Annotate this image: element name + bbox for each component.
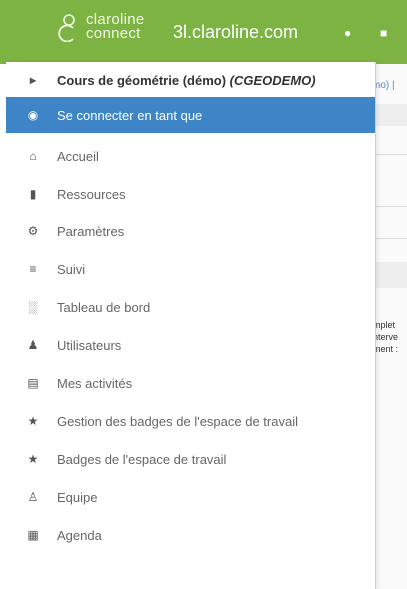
menu-item-resources[interactable]: ▮ Ressources: [6, 176, 375, 212]
workspace-title-item[interactable]: ▸ Cours de géométrie (démo) (CGEODEMO): [6, 62, 375, 98]
menu-item-label: Utilisateurs: [57, 337, 122, 353]
menu-item-settings[interactable]: ⚙ Paramètres: [6, 213, 375, 249]
trophy-icon: ★: [27, 452, 39, 466]
gears-icon: ⚙: [27, 224, 39, 238]
bar-chart-icon: ░: [28, 300, 38, 314]
background-header-bar: [372, 262, 407, 288]
logo-text-line2: connect: [86, 25, 141, 42]
workspace-title: Cours de géométrie (démo) (CGEODEMO): [57, 72, 316, 88]
menu-item-team[interactable]: ♙ Equipe: [6, 479, 375, 515]
tasks-icon: ▤: [27, 376, 39, 390]
menu-item-label: Badges de l'espace de travail: [57, 451, 227, 467]
background-text: ment :: [373, 344, 399, 354]
menu-item-label: Accueil: [57, 148, 99, 164]
menu-item-label: Tableau de bord: [57, 299, 151, 315]
menu-item-calendar[interactable]: ▦ Agenda: [6, 517, 375, 553]
menu-item-users[interactable]: ♟ Utilisateurs: [6, 327, 375, 363]
background-text: nterve: [373, 332, 399, 342]
menu-item-label: Mes activités: [57, 375, 133, 391]
claroline-logo-icon: [56, 12, 80, 42]
menu-item-home[interactable]: ⌂ Accueil: [6, 138, 375, 174]
claroline-logo[interactable]: claroline connect: [56, 12, 145, 42]
menu-item-label: Equipe: [57, 489, 98, 505]
list-icon: ≡: [29, 262, 37, 276]
site-name[interactable]: 3l.claroline.com: [173, 22, 298, 43]
menu-item-tracking[interactable]: ≡ Suivi: [6, 251, 375, 287]
menu-item-label: Gestion des badges de l'espace de travai…: [57, 413, 298, 429]
menu-item-label: Suivi: [57, 261, 86, 277]
background-divider: [372, 154, 407, 155]
eye-icon: ◉: [27, 108, 39, 122]
home-icon: ⌂: [29, 149, 37, 163]
menu-item-my-activities[interactable]: ▤ Mes activités: [6, 365, 375, 401]
menu-item-connect-as[interactable]: ◉ Se connecter en tant que: [6, 97, 375, 133]
caret-right-icon: ▸: [29, 73, 37, 87]
trophy-icon: ★: [27, 414, 39, 428]
list-icon[interactable]: ■: [380, 26, 387, 40]
folder-icon: ▮: [29, 187, 37, 201]
menu-item-dashboard[interactable]: ░ Tableau de bord: [6, 289, 375, 325]
menu-item-label: Paramètres: [57, 223, 125, 239]
background-text: mplet: [373, 320, 396, 330]
menu-item-workspace-badges[interactable]: ★ Badges de l'espace de travail: [6, 441, 375, 477]
background-divider: [372, 206, 407, 207]
home-icon[interactable]: ●: [344, 26, 351, 40]
background-divider: [372, 238, 407, 239]
workspace-code: (CGEODEMO): [229, 72, 316, 88]
menu-item-label: Se connecter en tant que: [57, 107, 203, 123]
user-icon: ♟: [27, 338, 39, 352]
menu-item-label: Agenda: [57, 527, 102, 543]
calendar-icon: ▦: [27, 528, 39, 542]
menu-item-badge-management[interactable]: ★ Gestion des badges de l'espace de trav…: [6, 403, 375, 439]
background-header-bar: [372, 104, 407, 126]
menu-item-label: Ressources: [57, 186, 126, 202]
top-navbar: claroline connect 3l.claroline.com ● ■: [0, 0, 407, 64]
workspace-dropdown-menu: ▸ Cours de géométrie (démo) (CGEODEMO) ◉…: [6, 62, 376, 589]
group-icon: ♙: [27, 490, 39, 504]
